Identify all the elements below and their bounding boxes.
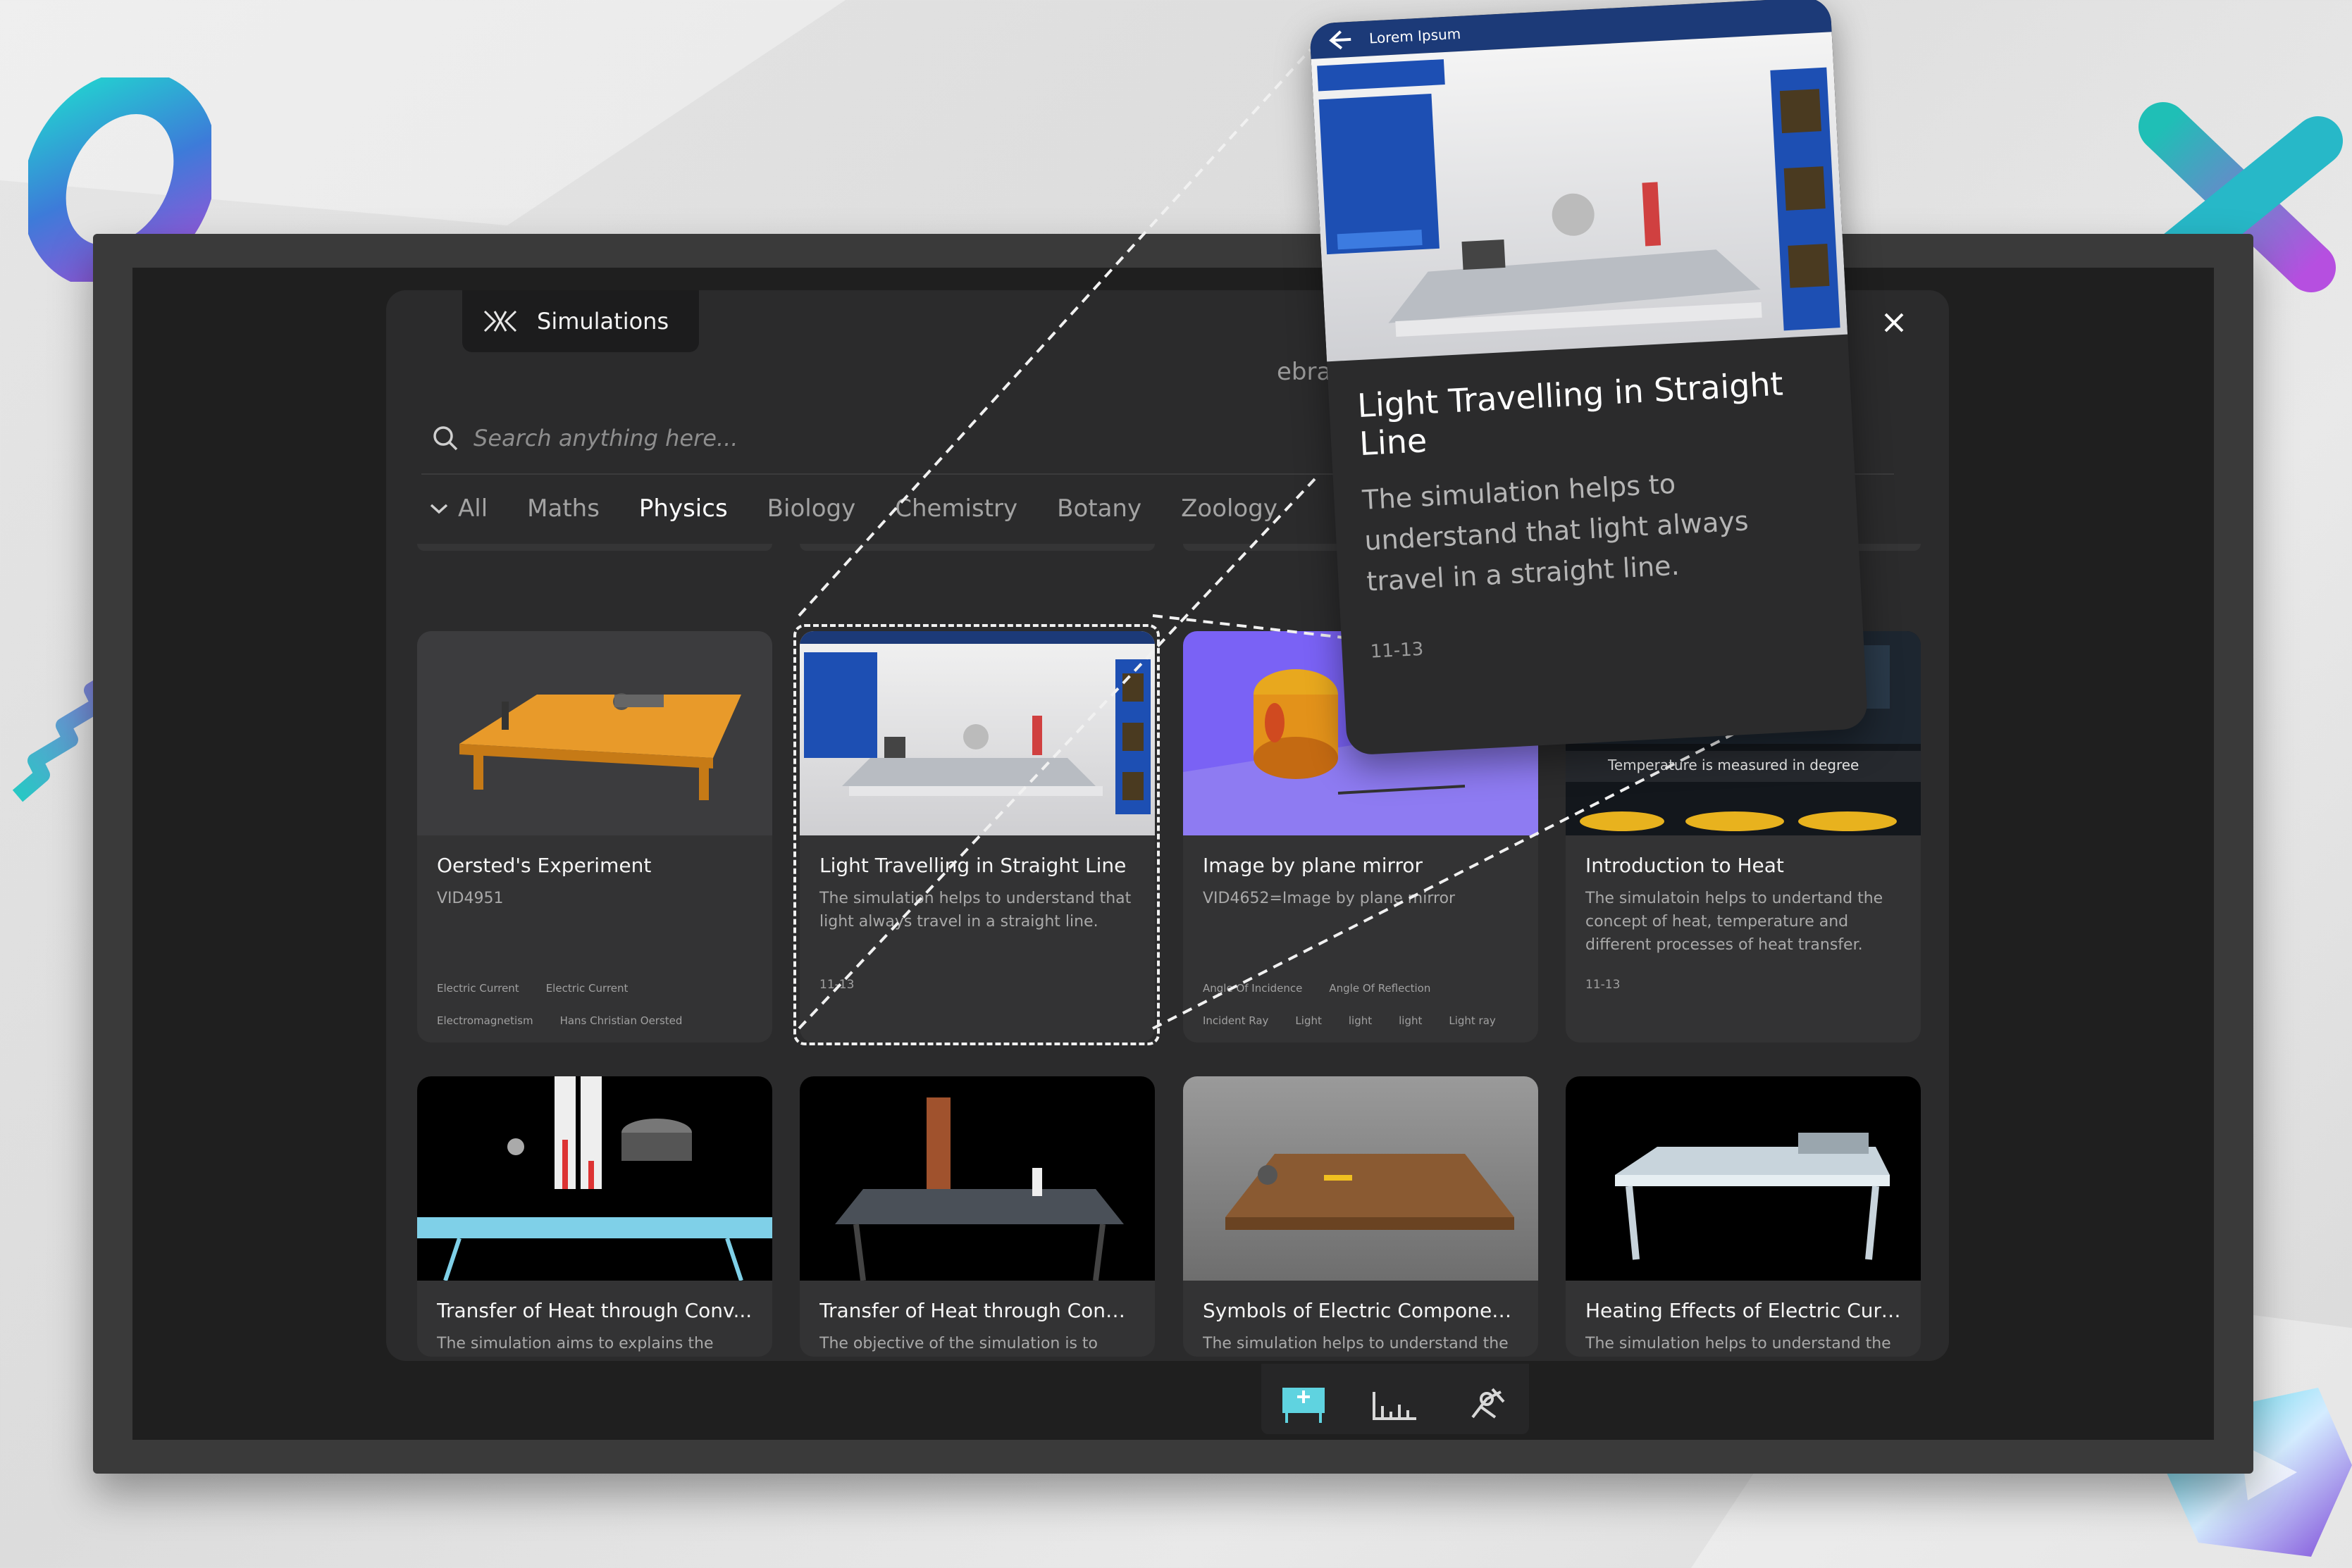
back-arrow-icon[interactable] xyxy=(1319,25,1356,56)
whiteboard-icon[interactable] xyxy=(1275,1378,1332,1427)
chart-tools-icon[interactable] xyxy=(1367,1378,1423,1427)
preview-title: Light Travelling in Straight Line xyxy=(1356,364,1784,463)
preview-grade: 11-13 xyxy=(1370,638,1425,663)
bottom-dock xyxy=(1261,1364,1529,1434)
preview-bar-title: Lorem Ipsum xyxy=(1368,25,1461,47)
simulation-icon[interactable] xyxy=(1459,1378,1515,1427)
zoom-connector-lines xyxy=(798,48,1831,1030)
preview-description: The simulation helps to understand that … xyxy=(1361,468,1750,597)
preview-thumbnail xyxy=(1311,32,1848,362)
zoomed-card-preview: Lorem Ipsum Light Travelling in Straight… xyxy=(1309,0,1869,756)
